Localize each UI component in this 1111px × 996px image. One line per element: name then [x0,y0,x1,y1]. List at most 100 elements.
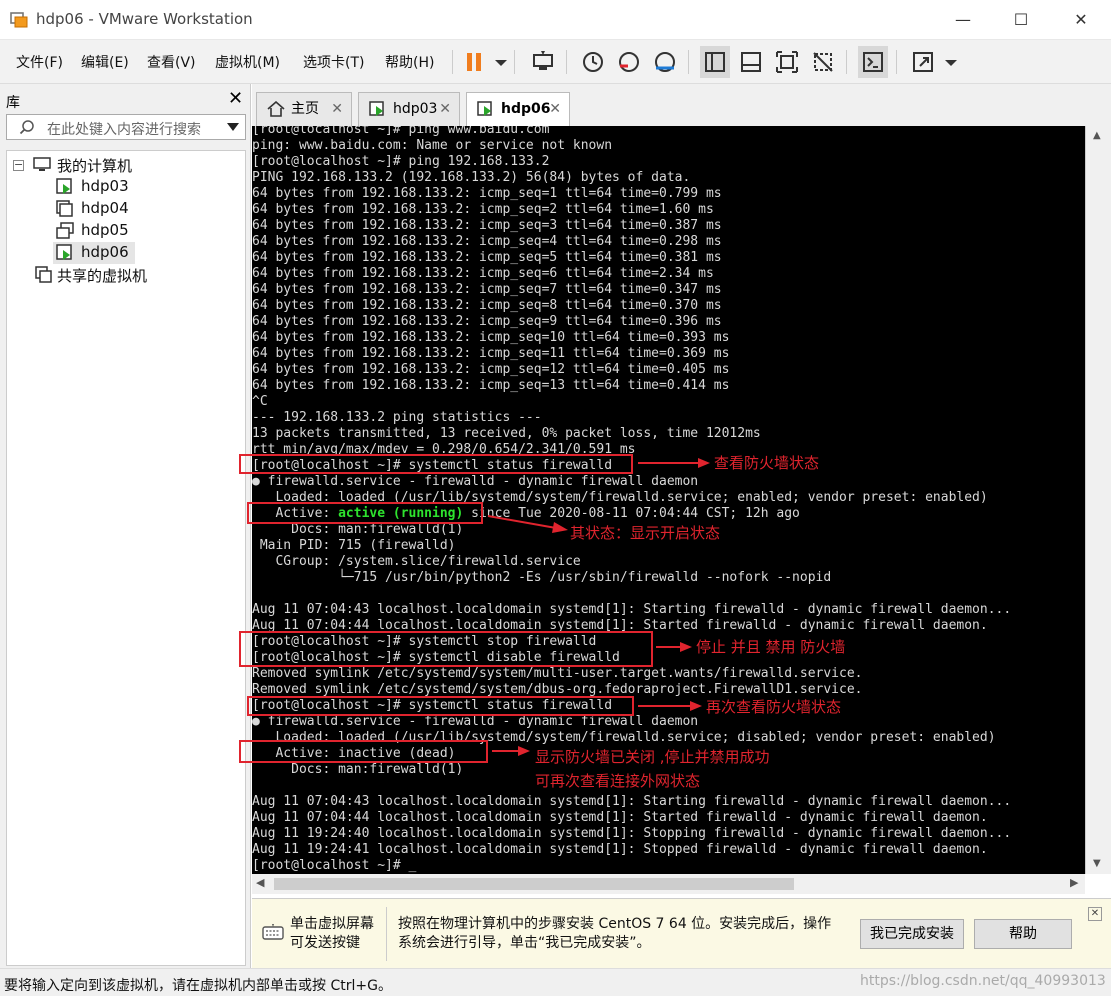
chevron-down-icon[interactable] [486,46,507,78]
tab-hdp03[interactable]: hdp03 ✕ [358,92,460,126]
scroll-right-icon[interactable]: ▶ [1070,876,1078,889]
snapshot-icon[interactable] [578,46,608,78]
scroll-up-icon[interactable]: ▲ [1093,130,1101,141]
tab-bar: 主页 ✕ hdp03 ✕ hdp06 ✕ [252,84,1111,127]
tree-vm-hdp05[interactable]: hdp05 [81,221,129,239]
maximize-button[interactable]: ☐ [998,6,1044,34]
computer-icon [33,157,51,171]
watermark: https://blog.csdn.net/qq_40993013 [860,973,1106,989]
terminal-line: Aug 11 07:04:43 localhost.localdomain sy… [252,602,1012,617]
chevron-down-icon[interactable] [936,46,957,78]
terminal-line: --- 192.168.133.2 ping statistics --- [252,410,542,425]
terminal-line: 64 bytes from 192.168.133.2: icmp_seq=7 … [252,282,722,297]
horizontal-scrollbar[interactable]: ◀ ▶ [252,874,1085,894]
terminal-line: ping: www.baidu.com: Name or service not… [252,138,613,153]
snapshot-manager-icon[interactable] [650,46,680,78]
library-view-icon[interactable] [700,46,730,78]
terminal-line: 64 bytes from 192.168.133.2: icmp_seq=11… [252,346,730,361]
vm-running-icon [477,101,492,116]
vm-running-icon [369,101,384,116]
stretch-icon[interactable] [908,46,938,78]
close-icon[interactable]: ✕ [549,93,561,125]
menu-tabs[interactable]: 选项卡(T) [303,52,364,72]
tree-shared-vms[interactable]: 共享的虚拟机 [57,265,147,286]
tree-vm-hdp03[interactable]: hdp03 [81,177,129,195]
annotation-box-active-running [247,502,483,524]
send-ctrl-alt-del-icon[interactable] [528,46,558,78]
terminal-line: [root@localhost ~]# _ [252,858,417,873]
terminal-line: CGroup: /system.slice/firewalld.service [252,554,581,569]
tree-vm-hdp04[interactable]: hdp04 [81,199,129,217]
terminal-line: 13 packets transmitted, 13 received, 0% … [252,426,761,441]
revert-snapshot-icon[interactable] [614,46,644,78]
menu-edit[interactable]: 编辑(E) [81,52,129,72]
terminal-line: 64 bytes from 192.168.133.2: icmp_seq=3 … [252,218,722,233]
annotation-disabled-ok: 显示防火墙已关闭 ,停止并禁用成功 [535,748,770,766]
vm-running-icon [56,178,72,194]
thumbnail-bar-icon[interactable] [736,46,766,78]
terminal-line: [root@localhost ~]# ping 192.168.133.2 [252,154,550,169]
library-tree: − 我的计算机 hdp03 hdp04 hdp05 hdp06 共享的虚拟机 [6,150,246,966]
library-panel: 库 ✕ 在此处键入内容进行搜索 − 我的计算机 hdp03 hdp04 hdp0… [0,84,251,968]
scroll-left-icon[interactable]: ◀ [256,876,264,889]
scroll-down-icon[interactable]: ▼ [1093,858,1101,869]
terminal-line: 64 bytes from 192.168.133.2: icmp_seq=13… [252,378,730,393]
unity-icon[interactable] [808,46,838,78]
menu-view[interactable]: 查看(V) [147,52,196,72]
terminal-line: 64 bytes from 192.168.133.2: icmp_seq=2 … [252,202,714,217]
menu-help[interactable]: 帮助(H) [385,52,434,72]
scroll-thumb[interactable] [274,878,794,890]
click-screen-hint: 单击虚拟屏幕 可发送按键 [290,916,374,951]
terminal-line: └─715 /usr/bin/python2 -Es /usr/sbin/fir… [252,570,832,585]
terminal-line: Aug 11 07:04:44 localhost.localdomain sy… [252,810,988,825]
terminal-line: ● firewalld.service - firewalld - dynami… [252,474,699,489]
help-button[interactable]: 帮助 [974,919,1072,949]
tab-hdp06-label: hdp06 [501,101,551,117]
toolbar-divider [846,50,847,74]
terminal-line: 64 bytes from 192.168.133.2: icmp_seq=4 … [252,234,722,249]
toolbar-divider [688,50,689,74]
terminal-line: Aug 11 19:24:40 localhost.localdomain sy… [252,826,1012,841]
arrow-icon [492,746,530,756]
console-view-icon[interactable] [858,46,888,78]
toolbar-divider [896,50,897,74]
terminal-line: ^C [252,394,268,409]
keyboard-icon [262,924,284,940]
tab-home[interactable]: 主页 ✕ [256,92,352,126]
info-close-button[interactable]: ✕ [1088,907,1102,921]
close-icon[interactable]: ✕ [439,93,451,125]
annotation-stop-disable: 停止 并且 禁用 防火墙 [696,638,846,656]
install-info-bar: 单击虚拟屏幕 可发送按键 按照在物理计算机中的步骤安装 CentOS 7 64 位… [252,898,1111,968]
menu-file[interactable]: 文件(F) [16,52,63,72]
terminal-line: PING 192.168.133.2 (192.168.133.2) 56(84… [252,170,691,185]
install-complete-button[interactable]: 我已完成安装 [860,919,964,949]
terminal-line: 64 bytes from 192.168.133.2: icmp_seq=1 … [252,186,722,201]
library-search-input[interactable]: 在此处键入内容进行搜索 [6,114,246,140]
tab-hdp06[interactable]: hdp06 ✕ [466,92,570,127]
tree-my-computer[interactable]: 我的计算机 [57,155,132,176]
library-close-icon[interactable]: ✕ [228,88,243,109]
chevron-down-icon[interactable] [227,123,239,131]
fullscreen-icon[interactable] [772,46,802,78]
annotation-check-firewall: 查看防火墙状态 [714,454,820,472]
menu-vm[interactable]: 虚拟机(M) [215,52,280,72]
toolbar-divider [514,50,515,74]
terminal-line: 64 bytes from 192.168.133.2: icmp_seq=5 … [252,250,722,265]
arrow-icon [656,642,692,652]
library-title: 库 [6,95,20,111]
terminal-line: Removed symlink /etc/systemd/system/mult… [252,666,863,681]
close-icon[interactable]: ✕ [331,93,343,125]
tree-vm-hdp06[interactable]: hdp06 [81,243,129,261]
annotation-check-again: 再次查看防火墙状态 [706,698,842,716]
status-bar: 要将输入定向到该虚拟机，请在虚拟机内部单击或按 Ctrl+G。 https://… [0,968,1111,996]
vertical-scrollbar[interactable]: ▲ ▼ [1085,126,1111,874]
divider [386,907,387,961]
home-icon [267,101,285,117]
tree-collapse-icon[interactable]: − [13,159,24,171]
minimize-button[interactable]: — [940,6,986,34]
search-placeholder: 在此处键入内容进行搜索 [47,122,201,138]
close-button[interactable]: ✕ [1058,6,1104,34]
window-title: hdp06 - VMware Workstation [36,10,253,28]
tab-hdp03-label: hdp03 [393,101,438,117]
annotation-box-stop-disable [239,631,653,667]
